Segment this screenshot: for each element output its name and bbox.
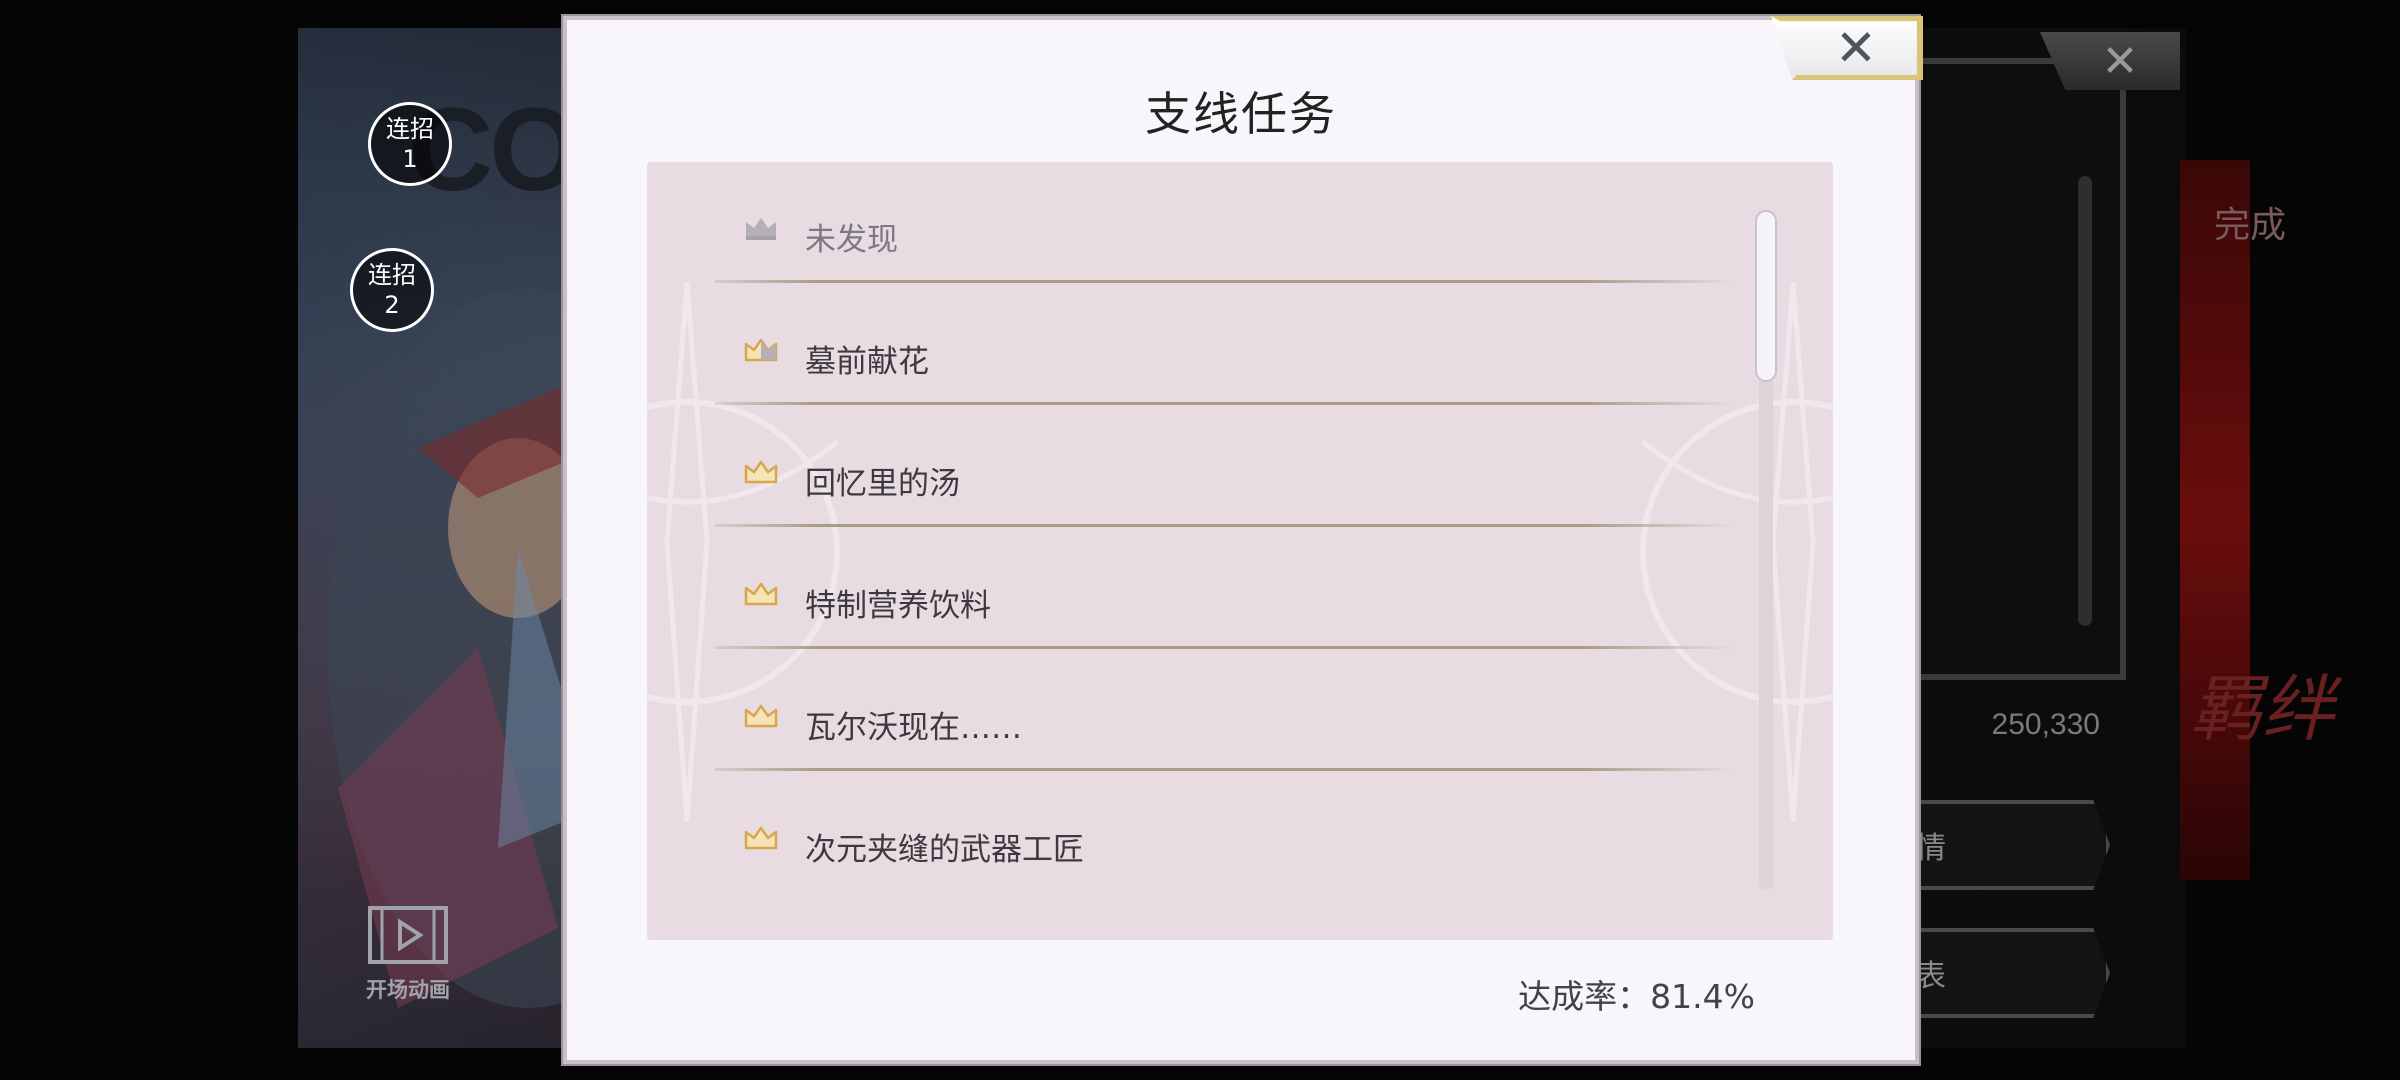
quest-title: 墓前献花 <box>805 344 929 380</box>
background-button-2: 表 <box>1900 928 2110 1018</box>
quest-item-undiscovered[interactable]: 未发现 <box>715 162 1735 284</box>
background-button-1-label: 情 <box>1916 831 1946 866</box>
combo-button-1-number: 1 <box>402 145 418 173</box>
quest-item[interactable]: 回忆里的汤 <box>715 406 1735 528</box>
quest-item[interactable]: 次元夹缝的武器工匠 <box>715 772 1735 894</box>
dialog-title: 支线任务 <box>1145 87 1337 141</box>
quest-title: 回忆里的汤 <box>805 466 960 502</box>
close-icon: ✕ <box>2101 35 2139 87</box>
film-icon <box>368 906 448 964</box>
opening-animation-label: 开场动画 <box>366 978 450 1002</box>
quest-title: 次元夹缝的武器工匠 <box>805 832 1084 868</box>
done-label: 完成 <box>2214 205 2287 246</box>
score-value: 250,330 <box>1991 708 2100 741</box>
crown-icon <box>744 826 778 850</box>
completion-rate: 达成率：81.4% <box>1518 977 1755 1016</box>
divider <box>715 524 1735 527</box>
background-button-1: 情 <box>1900 800 2110 890</box>
right-panel-frame <box>1900 58 2126 680</box>
crown-icon <box>744 460 778 484</box>
divider <box>715 768 1735 771</box>
bond-text: 羁绊 <box>2190 667 2335 751</box>
divider <box>715 402 1735 405</box>
background-button-2-label: 表 <box>1916 959 1946 994</box>
crown-icon <box>744 338 778 362</box>
crown-icon <box>744 582 778 606</box>
crown-icon <box>744 704 778 728</box>
scrollbar-thumb[interactable] <box>1755 210 1777 382</box>
right-red-banner <box>2180 160 2250 880</box>
side-quest-dialog: 支线任务 ✕ 未发现 墓前献花 回忆里的汤 特制营养饮料 瓦尔沃现在…… 次元夹… <box>563 16 1923 1064</box>
combo-button-1-label: 连招 <box>386 115 434 143</box>
quest-item[interactable]: 特制营养饮料 <box>715 528 1735 650</box>
divider <box>715 280 1735 283</box>
right-panel-scrollbar <box>2078 176 2092 626</box>
combo-button-2-label: 连招 <box>368 261 416 289</box>
opening-animation-button: 开场动画 <box>362 904 454 1004</box>
combo-button-2: 连招 2 <box>350 248 434 332</box>
quest-title: 特制营养饮料 <box>805 588 991 624</box>
quest-item[interactable]: 墓前献花 <box>715 284 1735 406</box>
quest-title: 未发现 <box>805 222 898 258</box>
quest-title: 瓦尔沃现在…… <box>805 710 1022 746</box>
combo-button-1: 连招 1 <box>368 102 452 186</box>
combo-button-2-number: 2 <box>384 291 400 319</box>
crown-icon <box>746 218 776 240</box>
quest-item[interactable]: 瓦尔沃现在…… <box>715 650 1735 772</box>
close-button[interactable]: ✕ <box>1771 16 1923 80</box>
quest-list[interactable]: 未发现 墓前献花 回忆里的汤 特制营养饮料 瓦尔沃现在…… 次元夹缝的武器工匠 <box>647 162 1833 940</box>
close-icon: ✕ <box>1835 19 1877 77</box>
divider <box>715 646 1735 649</box>
